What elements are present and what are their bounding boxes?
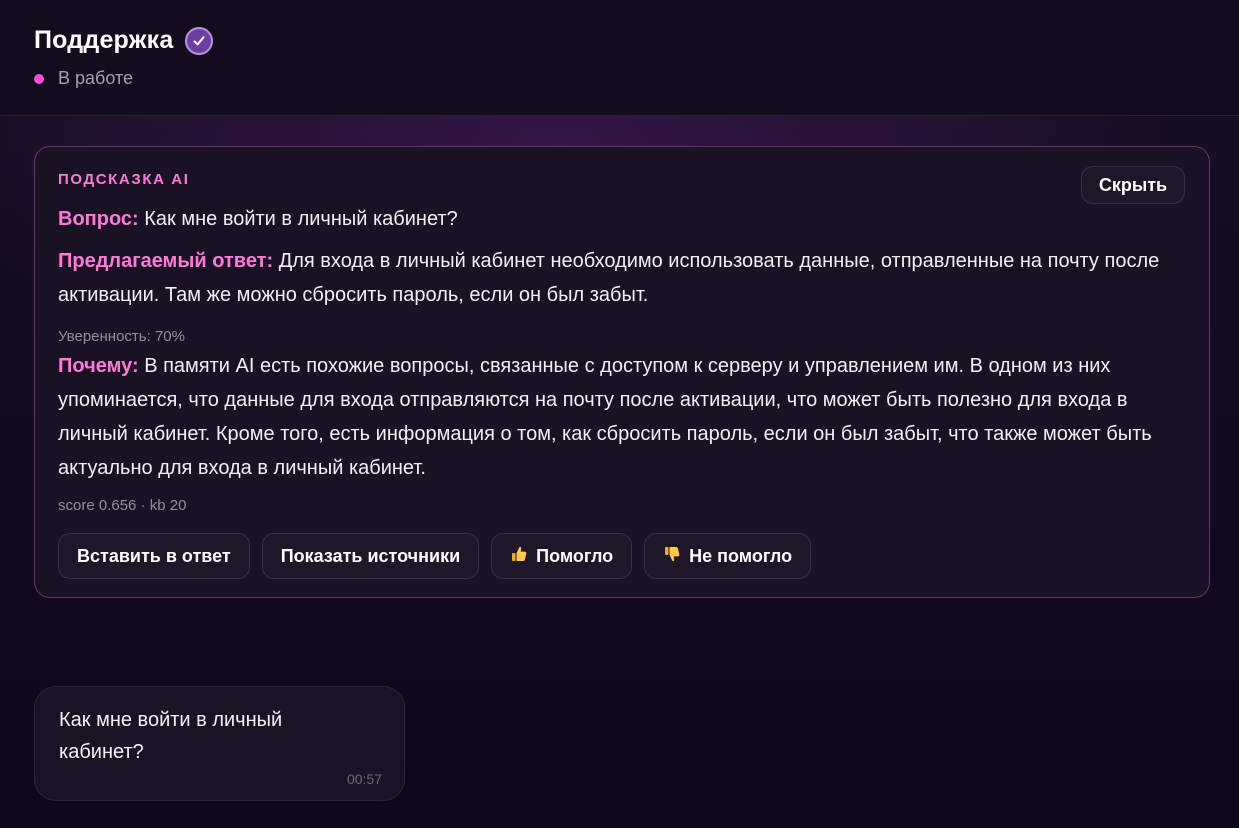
status-text: В работе [58,68,134,88]
thumbs-down-icon [663,545,681,568]
not-helped-button[interactable]: Не помогло [644,533,812,579]
not-helped-label: Не помогло [689,545,793,566]
reason-line: Почему: В памяти AI есть похожие вопросы… [58,349,1176,485]
ai-hint-label: ПОДСКАЗКА AI [58,171,190,188]
suggested-answer-line: Предлагаемый ответ: Для входа в личный к… [58,244,1183,312]
question-line: Вопрос: Как мне войти в личный кабинет? [58,202,1178,236]
suggested-answer-label: Предлагаемый ответ: [58,250,274,272]
ai-hint-card: ПОДСКАЗКА AI Скрыть Вопрос: Как мне войт… [34,146,1210,598]
hint-actions: Вставить в ответ Показать источники Помо… [58,533,812,579]
helped-label: Помогло [536,545,614,566]
message-text: Как мне войти в личный кабинет? [59,709,283,763]
status-dot-icon [34,73,44,84]
show-sources-button[interactable]: Показать источники [261,533,480,579]
question-label: Вопрос: [58,208,139,230]
hide-hint-button[interactable]: Скрыть [1081,166,1185,204]
show-sources-label: Показать источники [280,545,461,566]
score-meta: score 0.656 · kb 20 [58,497,187,514]
check-badge-icon [185,26,214,55]
insert-into-reply-label: Вставить в ответ [77,545,231,566]
message-time: 00:57 [346,771,382,787]
insert-into-reply-button[interactable]: Вставить в ответ [58,533,250,579]
incoming-message-bubble[interactable]: Как мне войти в личный кабинет? 00:57 [34,686,405,801]
title-row: Поддержка [34,26,214,55]
status-row: В работе [34,68,133,89]
reason-label: Почему: [58,355,139,377]
support-chat-page: Поддержка В работе ПОДСКАЗКА AI Скрыть В… [0,0,1239,828]
page-title: Поддержка [34,26,174,54]
reason-text: В памяти AI есть похожие вопросы, связан… [58,355,1152,479]
thumbs-up-icon [510,545,528,568]
helped-button[interactable]: Помогло [491,533,633,579]
question-text: Как мне войти в личный кабинет? [144,208,458,230]
chat-header: Поддержка В работе [0,0,1239,116]
confidence-text: Уверенность: 70% [58,328,185,345]
